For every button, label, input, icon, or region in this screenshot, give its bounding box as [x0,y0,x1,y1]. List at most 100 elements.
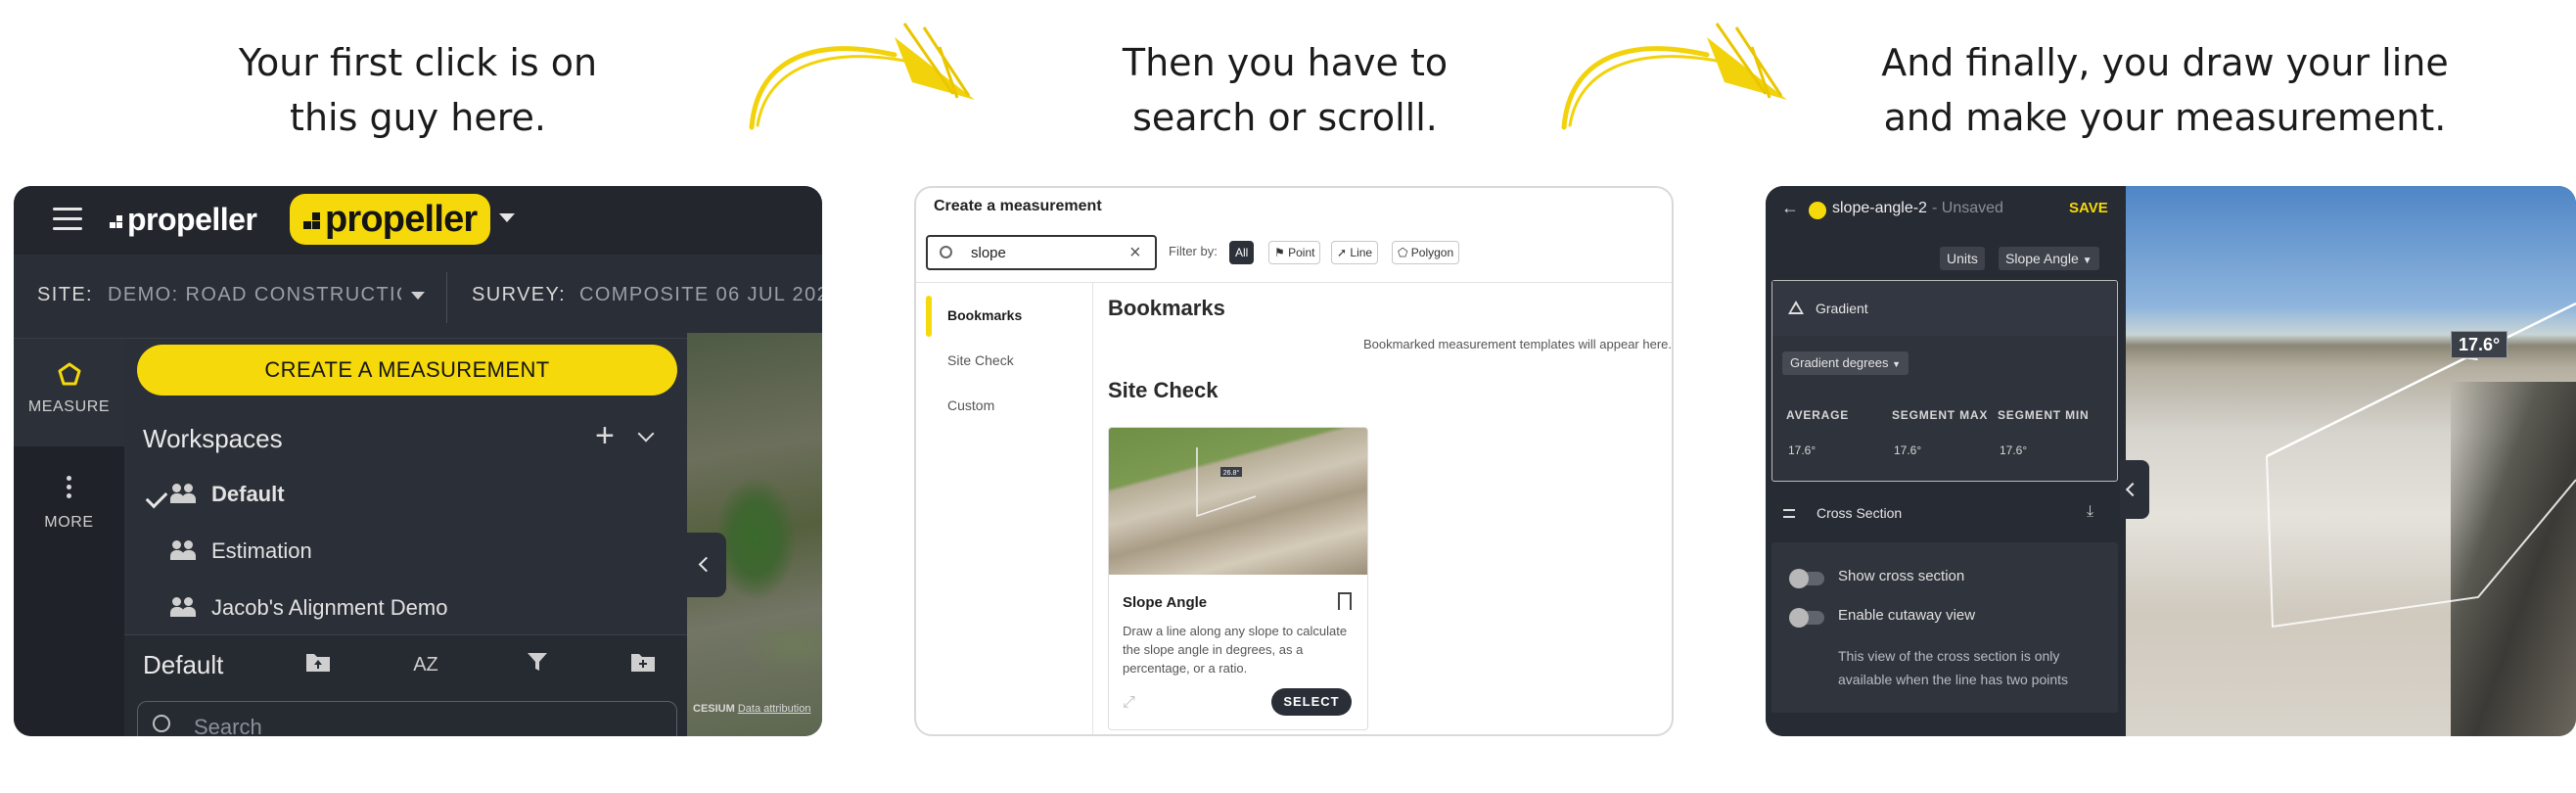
card-title: Slope Angle [1123,594,1208,611]
folder-upload-icon[interactable] [303,650,333,679]
workspace-label: Default [211,482,285,506]
stat-label-average: AVERAGE [1786,408,1850,422]
search-placeholder: Search [194,715,262,736]
rail-label: MORE [44,514,94,531]
cesium-label: CESIUM [693,703,735,715]
measurement-type-button[interactable]: Slope Angle ▼ [1999,247,2099,270]
create-measurement-button[interactable]: CREATE A MEASUREMENT [137,345,677,396]
sort-az-icon[interactable]: AZ [411,650,440,679]
save-status: - Unsaved [1932,200,2003,216]
bookmarks-heading: Bookmarks [1108,296,1225,320]
people-icon [170,597,200,617]
back-arrow-icon[interactable]: ← [1781,198,1799,218]
clear-icon[interactable]: × [1129,242,1141,264]
show-cross-section-label: Show cross section [1838,568,1965,584]
chip-label: Point [1288,246,1315,259]
chip-label: Line [1350,246,1373,259]
site-survey-bar: SITE: DEMO: ROAD CONSTRUCTIC SURVEY: COM… [14,255,822,339]
measurement-color-dot[interactable] [1809,202,1826,219]
save-button[interactable]: SAVE [2069,200,2108,216]
divider [1092,283,1093,734]
gradient-triangle-icon [1788,301,1804,314]
nav-item-bookmarks[interactable]: Bookmarks [947,307,1022,323]
stat-value-average: 17.6° [1788,443,1817,457]
nav-item-custom[interactable]: Custom [947,397,994,413]
type-label: Slope Angle [2005,251,2079,266]
gradient-title: Gradient [1816,301,1868,316]
measure-line-icon: ⤢ [1123,694,1135,711]
propeller-mark-icon [110,215,123,229]
card-description: Draw a line along any slope to calculate… [1123,624,1348,676]
cross-section-title: Cross Section [1817,505,1903,521]
filter-chip-point[interactable]: ⚑ Point [1268,241,1321,264]
hamburger-menu-icon[interactable] [53,208,82,231]
search-value: slope [971,245,1006,261]
create-measurement-dialog: Create a measurement slope × Filter by: … [914,186,1674,736]
gradient-section: Gradient Gradient degrees ▼ AVERAGE SEGM… [1771,280,2118,482]
top-bar: propeller propeller [14,186,822,255]
data-attribution-link[interactable]: Data attribution [738,703,811,715]
filter-chip-polygon[interactable]: ⬠ Polygon [1392,241,1460,264]
search-input[interactable]: slope × [926,235,1157,270]
current-folder-title: Default [143,650,224,679]
workspace-item-jacobs-alignment[interactable]: Jacob's Alignment Demo [170,595,447,621]
select-button[interactable]: SELECT [1271,688,1352,716]
filter-chip-line[interactable]: ➚ Line [1331,241,1379,264]
logo-text: propeller [325,199,478,240]
caption-first: Your first click is on this guy here. [238,41,598,139]
caret-down-icon[interactable] [499,213,515,222]
add-folder-icon[interactable] [628,650,658,679]
filter-label: Filter by: [1169,244,1218,258]
site-check-heading: Site Check [1108,378,1219,402]
stat-label-segment-min: SEGMENT MIN [1998,408,2090,422]
dropdown-label: Gradient degrees [1790,355,1889,370]
bookmarks-empty-text: Bookmarked measurement templates will ap… [1362,337,1672,351]
survey-selector[interactable]: COMPOSITE 06 JUL 2024 [579,284,822,306]
people-icon [170,484,200,503]
filter-icon[interactable] [523,650,552,679]
workspace-label: Estimation [211,538,312,563]
search-icon [153,715,170,732]
collapse-sidebar-button[interactable] [687,533,726,597]
show-cross-section-toggle[interactable] [1789,569,1824,588]
survey-label: SURVEY: [472,284,567,305]
enable-cutaway-label: Enable cutaway view [1838,607,1976,624]
cross-section-header[interactable]: Cross Section ⤓ [1771,491,2118,540]
search-icon [940,246,952,258]
caption-second: Then you have to search or scrolll. [1122,41,1449,139]
chevron-left-icon [698,556,714,573]
workspaces-heading: Workspaces [143,424,283,453]
polygon-measure-icon [58,362,80,386]
measurement-detail-panel: ← slope-angle-2 - Unsaved SAVE Units Slo… [1766,186,2576,736]
site-selector[interactable]: DEMO: ROAD CONSTRUCTIC [108,284,401,306]
chevron-left-icon [2125,482,2140,497]
caret-down-icon: ▼ [2082,256,2093,266]
divider [446,272,447,323]
rail-label: MEASURE [27,398,111,415]
collapse-sidebar-button[interactable] [2120,460,2149,519]
workspace-item-estimation[interactable]: Estimation [170,538,312,564]
bookmark-icon[interactable] [1338,592,1352,610]
workspace-label: Jacob's Alignment Demo [211,595,448,620]
line-icon: ➚ [1337,246,1348,259]
pin-icon: ⚑ [1274,246,1285,259]
gradient-unit-dropdown[interactable]: Gradient degrees ▼ [1782,351,1909,375]
units-button[interactable]: Units [1940,247,1985,270]
caret-down-icon[interactable] [411,292,425,300]
add-icon[interactable]: + [595,417,615,455]
measurement-overlay [2266,302,2576,629]
measurement-name[interactable]: slope-angle-2 [1832,200,1927,217]
propeller-logo-highlighted[interactable]: propeller [290,194,491,245]
workspace-item-default[interactable]: Default [170,482,285,507]
rail-item-more[interactable]: MORE [14,456,124,564]
nav-item-site-check[interactable]: Site Check [947,352,1014,368]
download-icon[interactable]: ⤓ [2087,503,2093,521]
gradient-header[interactable]: Gradient [1772,281,2116,336]
stat-value-segment-max: 17.6° [1894,443,1922,457]
people-icon [170,540,200,560]
polygon-icon: ⬠ [1398,246,1408,259]
enable-cutaway-toggle[interactable] [1789,608,1824,628]
rail-item-measure[interactable]: MEASURE [14,339,124,446]
template-card-slope-angle[interactable]: 26.8° Slope Angle Draw a line along any … [1108,427,1368,730]
filter-chip-all[interactable]: All [1229,241,1255,264]
